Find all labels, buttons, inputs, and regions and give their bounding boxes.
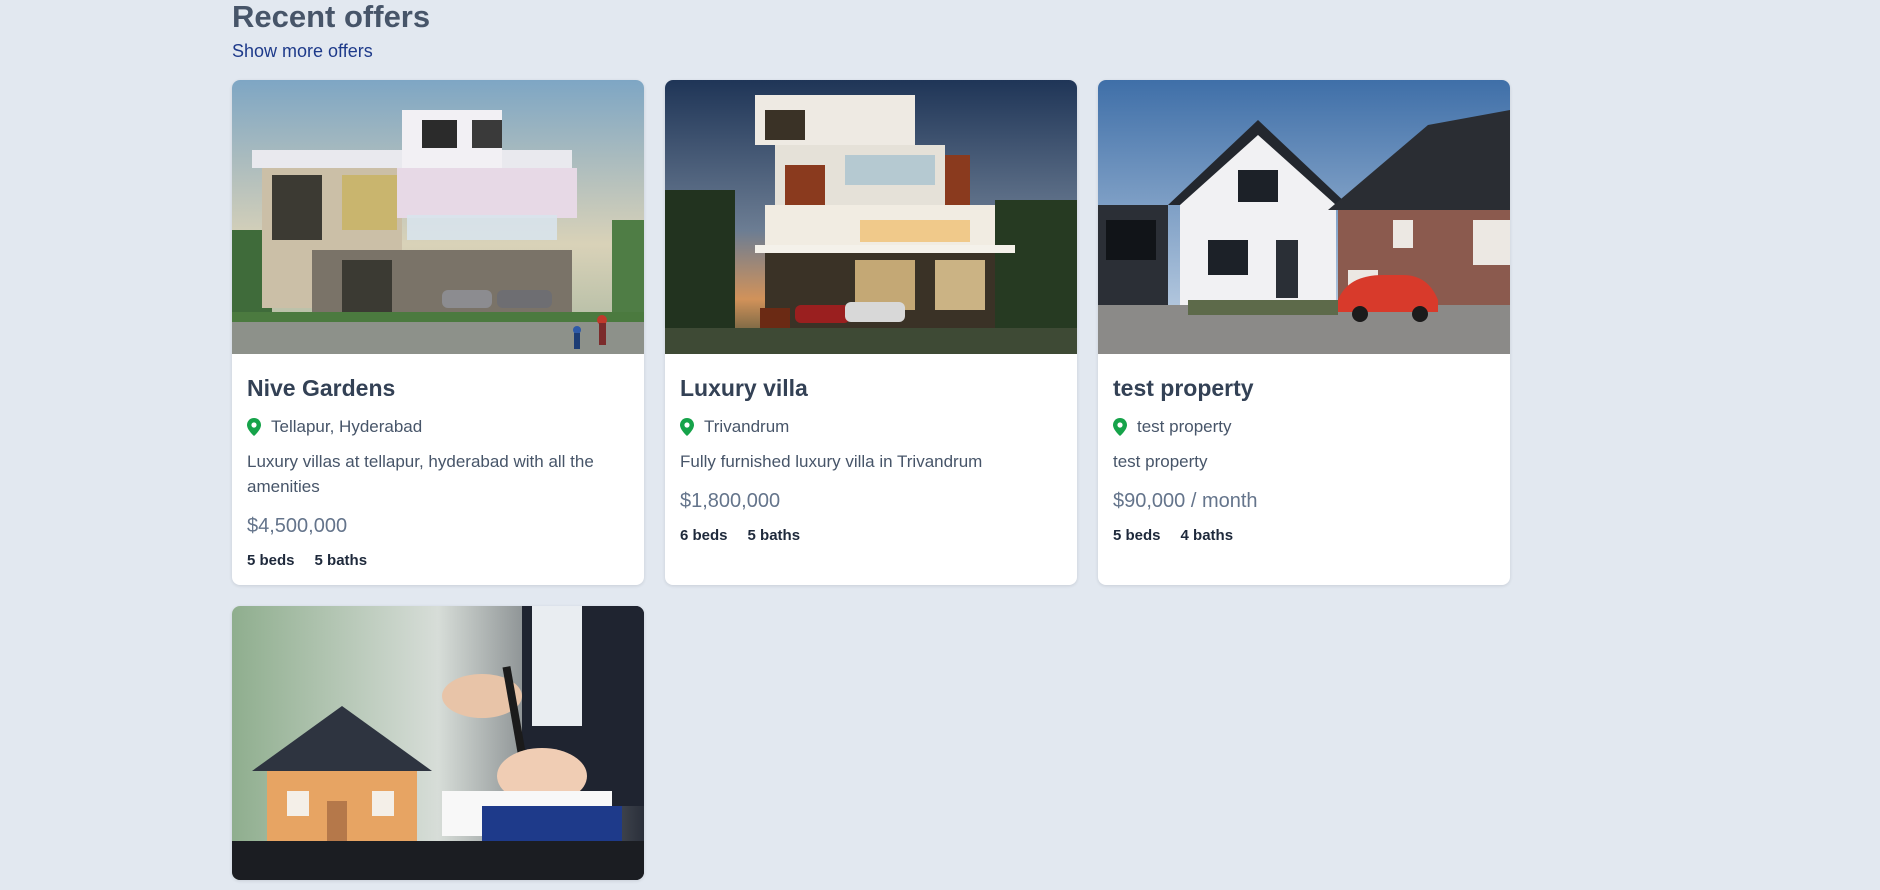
map-pin-icon [1113, 418, 1127, 436]
show-more-offers-link[interactable]: Show more offers [232, 40, 373, 62]
listing-location: Tellapur, Hyderabad [247, 416, 629, 438]
baths-count: 4 baths [1180, 527, 1234, 544]
map-pin-icon [680, 418, 694, 436]
listing-title[interactable]: Nive Gardens [247, 374, 629, 402]
listing-image[interactable] [1098, 80, 1510, 354]
listing-price: $4,500,000 [247, 515, 348, 537]
listing-description: test property [1113, 452, 1208, 471]
listing-price: $90,000 / month [1113, 490, 1258, 512]
listing-body: test property test property test propert… [1098, 354, 1510, 560]
listing-body: Nive Gardens Tellapur, Hyderabad Luxury … [232, 354, 644, 585]
listing-specs: 5 beds 5 baths [247, 551, 629, 571]
listing-card[interactable] [232, 606, 644, 880]
listing-body: Luxury villa Trivandrum Fully furnished … [665, 354, 1077, 560]
listing-card[interactable]: Luxury villa Trivandrum Fully furnished … [665, 80, 1077, 585]
listing-card[interactable]: test property test property test propert… [1098, 80, 1510, 585]
location-text: Tellapur, Hyderabad [271, 417, 423, 436]
location-text: test property [1137, 417, 1232, 436]
section-title: Recent offers [232, 0, 431, 34]
listing-image[interactable] [665, 80, 1077, 354]
beds-count: 5 beds [247, 552, 295, 569]
listing-location: test property [1113, 416, 1495, 438]
location-text: Trivandrum [704, 417, 790, 436]
listing-title[interactable]: test property [1113, 374, 1495, 402]
beds-count: 5 beds [1113, 527, 1161, 544]
listing-price: $1,800,000 [680, 490, 781, 512]
listings-grid: Nive Gardens Tellapur, Hyderabad Luxury … [232, 80, 1510, 880]
beds-count: 6 beds [680, 527, 728, 544]
listing-specs: 5 beds 4 baths [1113, 526, 1495, 546]
suburban-house-photo-icon [1098, 80, 1510, 354]
listing-image[interactable] [232, 606, 644, 880]
listing-specs: 6 beds 5 baths [680, 526, 1062, 546]
baths-count: 5 baths [314, 552, 368, 569]
recent-offers-section: Recent offers Show more offers Nive Gard… [232, 0, 1512, 880]
house-contract-photo-icon [232, 606, 644, 880]
listing-card[interactable]: Nive Gardens Tellapur, Hyderabad Luxury … [232, 80, 644, 585]
listing-image[interactable] [232, 80, 644, 354]
modern-villa-photo-icon [232, 80, 644, 354]
listing-description: Luxury villas at tellapur, hyderabad wit… [247, 452, 594, 496]
villa-dusk-photo-icon [665, 80, 1077, 354]
baths-count: 5 baths [747, 527, 801, 544]
map-pin-icon [247, 418, 261, 436]
listing-description: Fully furnished luxury villa in Trivandr… [680, 452, 983, 471]
listing-location: Trivandrum [680, 416, 1062, 438]
listing-title[interactable]: Luxury villa [680, 374, 1062, 402]
